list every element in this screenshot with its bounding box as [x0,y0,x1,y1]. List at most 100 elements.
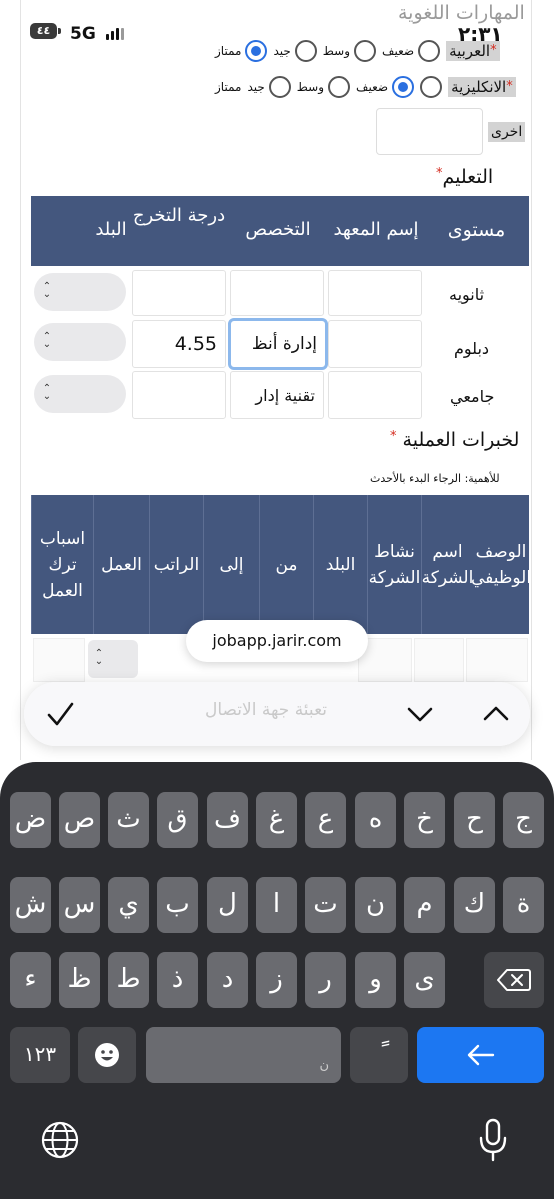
checkmark-icon [47,702,74,726]
key[interactable]: ر [305,952,346,1008]
key[interactable]: ب [157,877,198,933]
key[interactable]: ى [404,952,445,1008]
grade-input[interactable] [132,371,226,419]
major-input-focused[interactable]: إدارة أنظ [228,318,328,370]
radio-button[interactable] [420,76,443,98]
grade-input[interactable]: 4.55 [132,320,226,368]
column-header: اسم الشركة [421,495,473,634]
experience-note: للأهمية: الرجاء البدء بالأحدث [370,472,500,485]
radio-button[interactable] [328,76,351,98]
job-description-input[interactable] [466,638,528,682]
radio-option: ممتاز [215,80,242,94]
education-title: *التعليم [436,166,494,188]
emoji-key[interactable] [78,1027,136,1083]
key[interactable]: غ [256,792,297,848]
done-button[interactable] [40,694,80,734]
key[interactable]: م [404,877,445,933]
space-key[interactable]: ن [146,1027,341,1083]
company-name-input[interactable] [414,638,464,682]
key[interactable]: خ [404,792,445,848]
radio-button[interactable] [294,40,317,62]
numbers-key[interactable]: ١٢٣ [10,1027,70,1083]
key[interactable]: ت [305,877,346,933]
signal-icon [106,28,124,40]
institute-input[interactable] [328,270,422,316]
institute-input[interactable] [328,320,422,368]
key[interactable]: د [207,952,248,1008]
radio-option[interactable]: وسط [323,40,377,62]
radio-option[interactable]: ممتاز [215,40,268,62]
key[interactable]: ه [355,792,396,848]
tanween-key[interactable]: ً [350,1027,408,1083]
radio-option[interactable]: ضعيف [382,40,441,62]
key[interactable]: ض [10,792,51,848]
page-edge [531,0,532,760]
radio-option[interactable]: ضعيف [356,76,415,98]
chevron-updown-icon: ⌃ ⌄ [42,383,52,402]
key[interactable]: ج [503,792,544,848]
experience-table-header: الوصف الوظيفي اسم الشركة نشاط الشركة الب… [31,495,532,634]
column-header: الوصف الوظيفي [470,541,532,588]
network-type: 5G [70,24,96,44]
key[interactable]: ء [10,952,51,1008]
key[interactable]: ق [157,792,198,848]
return-key[interactable] [417,1027,544,1083]
key[interactable]: ص [59,792,100,848]
key[interactable]: ك [454,877,495,933]
page-edge [20,0,21,760]
education-level-label: جامعي [450,387,495,406]
key[interactable]: ن [355,877,396,933]
microphone-icon[interactable] [478,1118,508,1166]
key[interactable]: ة [503,877,544,933]
radio-button[interactable] [268,76,291,98]
key[interactable]: و [355,952,396,1008]
country-select[interactable]: ⌃ ⌄ [34,273,126,311]
key[interactable]: ز [256,952,297,1008]
key[interactable]: ع [305,792,346,848]
globe-icon[interactable] [40,1120,80,1164]
radio-option[interactable]: جيد [247,76,291,98]
grade-input[interactable] [132,270,226,316]
radio-button[interactable] [418,40,441,62]
key[interactable]: ظ [59,952,100,1008]
language-row-arabic: العربية* ضعيف وسط جيد ممتاز [215,36,500,66]
major-input[interactable] [230,270,324,316]
radio-button[interactable] [354,40,377,62]
battery-tip [58,28,61,34]
work-select[interactable]: ⌃ ⌄ [88,640,138,678]
key[interactable]: س [59,877,100,933]
url-bar[interactable]: jobapp.jarir.com [186,620,368,662]
key[interactable]: ي [108,877,149,933]
country-select[interactable]: ⌃ ⌄ [34,375,126,413]
radio-option[interactable] [420,76,443,98]
radio-option[interactable]: جيد [273,40,317,62]
education-level-label: ثانويه [449,285,485,304]
radio-option[interactable]: وسط [297,76,351,98]
major-input[interactable]: تقنية إدار [230,371,324,419]
radio-button-selected[interactable] [245,40,268,62]
column-header: البلد [95,219,127,240]
key[interactable]: ث [108,792,149,848]
column-header: البلد [313,495,367,634]
key[interactable]: ش [10,877,51,933]
key[interactable]: ذ [157,952,198,1008]
experience-title: * لخبرات العملية [390,429,520,451]
key[interactable]: ط [108,952,149,1008]
leave-reason-input[interactable] [33,638,85,682]
key[interactable]: ا [256,877,297,933]
institute-input[interactable] [328,371,422,419]
previous-field-button[interactable] [476,694,516,734]
next-field-button[interactable] [400,694,440,734]
column-header: الراتب [149,495,203,634]
column-header: نشاط الشركة [367,495,421,634]
radio-button-selected[interactable] [392,76,415,98]
other-language-input[interactable] [376,108,483,155]
country-select[interactable]: ⌃ ⌄ [34,323,126,361]
battery-icon: ٤٤ [30,23,57,39]
backspace-key[interactable] [484,952,544,1008]
key[interactable]: ل [207,877,248,933]
key[interactable]: ف [207,792,248,848]
column-header: إسم المعهد [333,219,419,240]
key[interactable]: ح [454,792,495,848]
chevron-updown-icon: ⌃ ⌄ [42,281,52,300]
